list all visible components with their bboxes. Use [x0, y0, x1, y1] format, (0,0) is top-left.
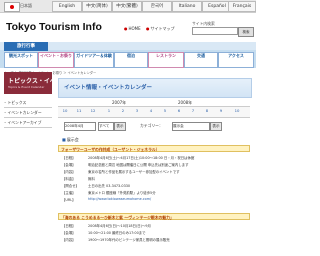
month-link[interactable]: 4 — [146, 108, 156, 113]
category-select[interactable]: 展示会 — [172, 122, 210, 131]
nav-sightseeing[interactable]: 観光スポット — [4, 52, 38, 68]
event-field-label: 【内容】 — [62, 238, 76, 242]
event-field-value: 1900～1970年代のビンテージ家具と照明の展示販売 — [88, 238, 170, 242]
sidebar-divider — [4, 107, 52, 108]
month-link[interactable]: 5 — [160, 108, 170, 113]
event-title: フォーザワーユーザの作共成（ユーザント・ジェネラル） — [58, 145, 250, 152]
section-heading: 展示会 — [62, 137, 79, 143]
lang-chinese-simplified-tab[interactable]: 中文(简体) — [82, 1, 112, 12]
search-button[interactable]: 検索 — [238, 27, 254, 37]
lang-french-tab[interactable]: Français — [228, 1, 256, 12]
category-label: カテゴリー： — [140, 123, 163, 128]
nav-restaurants[interactable]: レストラン — [148, 52, 184, 68]
japanese-language-label[interactable]: 日本語 — [20, 3, 32, 9]
event-field-value: 10:00～21:00 最終日のみ17:00まで — [88, 231, 146, 235]
event-field-value: 土日の出先 03-3473-0330 — [88, 184, 131, 188]
site-search-input[interactable] — [192, 27, 238, 35]
lang-chinese-traditional-tab[interactable]: 中文(繁體) — [112, 1, 142, 12]
event-field-label: 【会場】 — [62, 231, 76, 235]
month-link[interactable]: 10 — [60, 108, 70, 113]
event-field-value: 2008年4月6日(土)～4月17日(土)10:00～18:00 日・月・祝日は… — [88, 156, 195, 160]
event-field-value: 明治記念館と周辺 地図は開催日に公開 申込先は別途ご案内します — [88, 163, 189, 167]
event-field-label: 【日程】 — [62, 156, 76, 160]
month-link[interactable]: 6 — [174, 108, 184, 113]
month-link[interactable]: 12 — [88, 108, 98, 113]
sitemap-link[interactable]: サイトマップ — [146, 26, 175, 32]
sidebar-item-topics[interactable]: トピックス — [4, 100, 52, 106]
category-go-button[interactable]: 表示 — [210, 122, 222, 131]
page-title: イベント情報・イベントカレンダー — [64, 85, 153, 91]
event-field-value: 無料 — [88, 177, 95, 181]
event-field-value: 東京の名所と作品を展示するユーザー参加型のイベントです — [88, 170, 180, 174]
nav-guided-tours[interactable]: ガイドツアー＆体験 — [74, 52, 114, 68]
lang-korean-tab[interactable]: 한국어 — [142, 1, 172, 12]
home-link[interactable]: HOME — [124, 26, 141, 31]
month-link[interactable]: 7 — [188, 108, 198, 113]
japan-flag-icon[interactable] — [4, 2, 20, 12]
year-month-select[interactable]: 2008年4月 — [64, 122, 96, 131]
month-link[interactable]: 8 — [202, 108, 212, 113]
event-url-link[interactable]: http://www.tokiowaseumohome.com/ — [88, 197, 248, 201]
nav-home-tab[interactable]: 旅行行事 — [4, 42, 48, 51]
month-link[interactable]: 11 — [74, 108, 84, 113]
sidebar-item-event-calendar[interactable]: イベントカレンダー — [4, 110, 52, 116]
lang-english-tab[interactable]: English — [52, 1, 82, 12]
event-field-label: 【URL】 — [62, 198, 76, 202]
date-go-button[interactable]: 表示 — [114, 122, 126, 131]
sidebar-subtitle: Topics & Event Calendar — [8, 85, 45, 89]
nav-accommodation[interactable]: 宿泊 — [114, 52, 148, 68]
sidebar-item-event-archive[interactable]: イベントアーカイブ — [4, 120, 52, 126]
site-logo[interactable]: Tokyo Tourism Info — [6, 21, 102, 33]
nav-events[interactable]: イベント・お祭り — [38, 52, 74, 68]
lang-italian-tab[interactable]: Italiano — [172, 1, 202, 12]
event-field-label: 【会場】 — [62, 163, 76, 167]
sidebar-divider — [4, 117, 52, 118]
month-link[interactable]: 9 — [216, 108, 226, 113]
sidebar-divider — [4, 127, 52, 128]
event-title: 「海のある こうめるる～ひ新木と鉱 ～ヴィンテージ眼木の魅力」 — [58, 213, 250, 220]
event-field-value: 2008年4月6日(日)～10月18日(日)～9月 — [88, 224, 151, 228]
event-field-label: 【問合せ】 — [62, 184, 79, 188]
event-field-label: 【主催】 — [62, 191, 76, 195]
event-field-label: 【内容】 — [62, 170, 76, 174]
month-link[interactable]: 2 — [118, 108, 128, 113]
event-field-value: 東京メトロ 銀座線「外苑前駅」より徒歩5分 — [88, 191, 156, 195]
month-link[interactable]: 1 — [104, 108, 114, 113]
month-link[interactable]: 10 — [232, 108, 242, 113]
nav-access[interactable]: アクセス — [218, 52, 254, 68]
nav-transportation[interactable]: 交通 — [184, 52, 218, 68]
day-filter-select[interactable]: すべて — [98, 122, 114, 131]
event-field-label: 【日程】 — [62, 224, 76, 228]
month-link[interactable]: 3 — [132, 108, 142, 113]
event-field-label: 【料金】 — [62, 177, 76, 181]
